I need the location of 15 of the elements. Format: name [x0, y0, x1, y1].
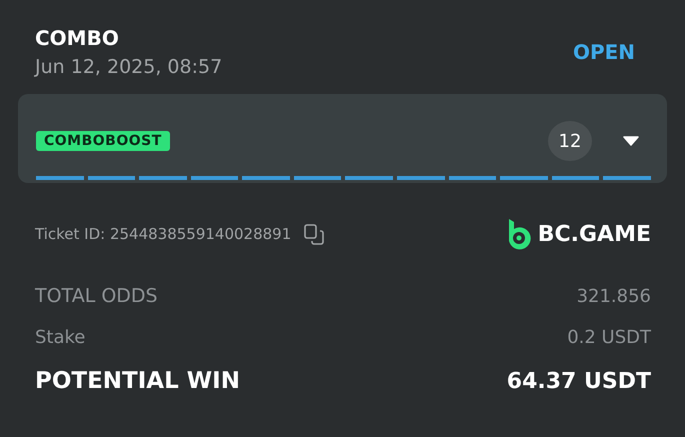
bet-type-title: COMBO: [35, 26, 120, 50]
brand-name: BC.GAME: [538, 222, 651, 246]
summary-label: Stake: [35, 327, 86, 348]
bet-status: OPEN: [572, 40, 635, 64]
caret-icon[interactable]: [623, 136, 639, 146]
summary-label: TOTAL ODDS: [35, 285, 158, 307]
bet-date: Jun 12, 2025, 08:57: [35, 56, 222, 78]
summary-value: 321.856: [576, 286, 651, 306]
comboboost-badge: COMBOBOOST: [36, 131, 170, 151]
summary-label: POTENTIAL WIN: [35, 368, 240, 394]
summary-value: 0.2 USDT: [567, 327, 651, 348]
copy-icon[interactable]: [303, 223, 326, 245]
ticket-id: Ticket ID: 2544838559140028891: [35, 225, 292, 243]
summary-value: 64.37 USDT: [506, 368, 651, 394]
selection-count: 12: [548, 121, 592, 161]
